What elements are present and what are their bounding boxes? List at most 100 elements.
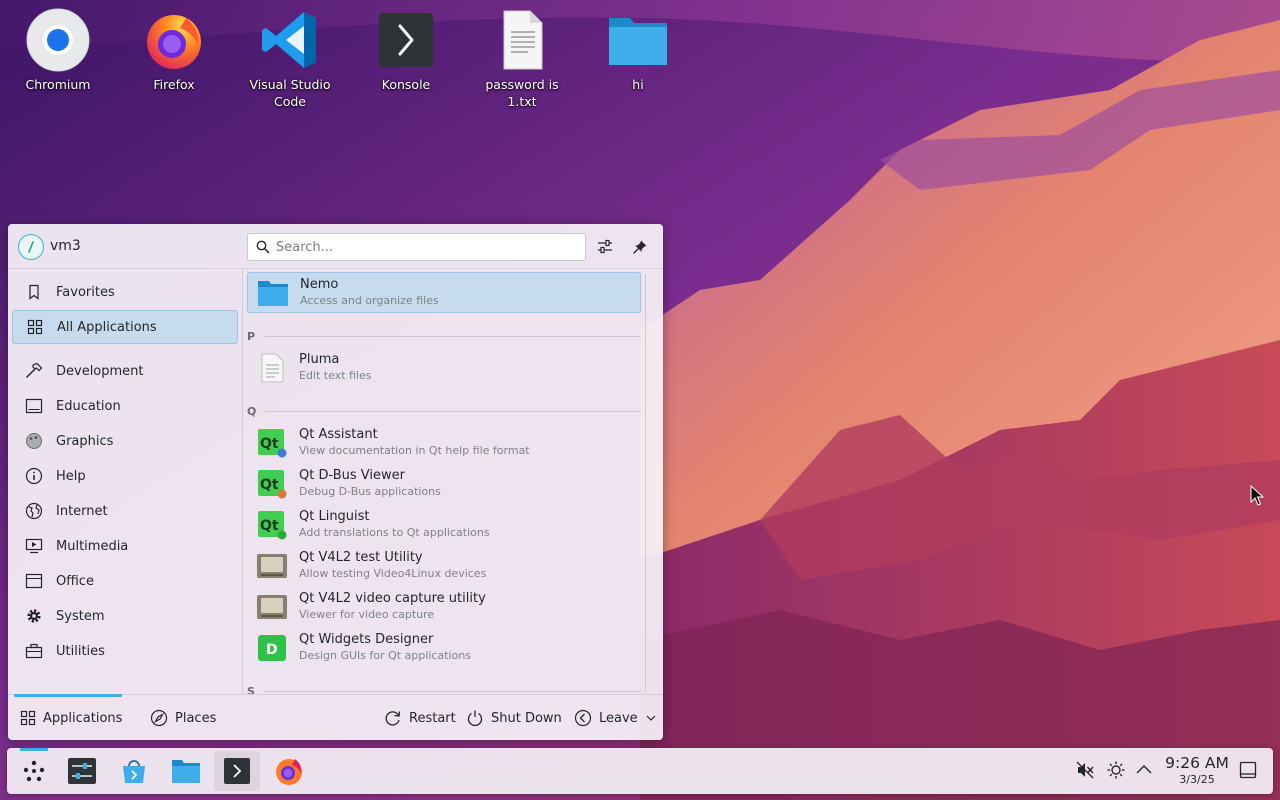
leave-icon: [574, 709, 592, 727]
sidebar-item-office[interactable]: Office: [12, 564, 238, 598]
user-avatar[interactable]: [18, 234, 44, 260]
qt-designer-icon: D: [251, 632, 293, 664]
chevron-down-icon: [646, 715, 656, 721]
desktop-icon-label: Chromium: [25, 77, 91, 92]
section-letter: P: [247, 329, 256, 343]
tab-applications[interactable]: Applications: [20, 705, 122, 731]
help-icon: [12, 467, 56, 485]
app-item-qt-dbus-viewer[interactable]: Qt Qt D-Bus Viewer Debug D-Bus applicati…: [247, 463, 641, 504]
v4l2-icon: [251, 550, 293, 582]
desktop-icon-label: password is 1.txt: [485, 77, 559, 109]
office-icon: [12, 573, 56, 589]
sidebar-item-all-applications[interactable]: All Applications: [12, 310, 238, 344]
globe-icon: [12, 502, 56, 520]
show-desktop-button[interactable]: [1236, 758, 1260, 782]
brightness-button[interactable]: [1104, 758, 1128, 782]
leave-button[interactable]: Leave: [574, 705, 657, 731]
desktop-icon-firefox[interactable]: Firefox: [126, 8, 222, 118]
shutdown-label: Shut Down: [491, 710, 562, 726]
sidebar-item-label: Help: [56, 468, 86, 484]
taskbar-firefox[interactable]: [266, 751, 312, 791]
desktop-icon-konsole[interactable]: Konsole: [358, 8, 454, 118]
app-description: Debug D-Bus applications: [299, 485, 441, 498]
hammer-icon: [12, 362, 56, 380]
app-list-scrollbar[interactable]: [645, 274, 646, 692]
vscode-icon: [258, 8, 322, 72]
taskbar: 9:26 AM 3/3/25: [7, 748, 1273, 794]
app-item-nemo[interactable]: Nemo Access and organize files: [247, 272, 641, 313]
app-description: Edit text files: [299, 369, 372, 382]
desktop-icon-vscode[interactable]: Visual Studio Code: [242, 8, 338, 118]
firefox-icon: [276, 759, 302, 785]
svg-text:Qt: Qt: [260, 477, 279, 493]
search-icon: [256, 240, 270, 258]
clock-date[interactable]: 3/3/25: [1157, 773, 1237, 786]
section-divider: [265, 335, 641, 337]
shutdown-button[interactable]: Shut Down: [466, 705, 562, 731]
taskbar-konsole[interactable]: [214, 751, 260, 791]
sidebar-item-development[interactable]: Development: [12, 354, 238, 388]
svg-text:Qt: Qt: [260, 436, 279, 452]
compass-icon: [150, 709, 168, 727]
multimedia-icon: [12, 537, 56, 555]
sidebar-item-favorites[interactable]: Favorites: [12, 275, 238, 309]
sidebar-item-graphics[interactable]: Graphics: [12, 424, 238, 458]
toolbox-icon: [12, 643, 56, 659]
search-box[interactable]: [247, 233, 586, 261]
search-input[interactable]: [276, 237, 576, 257]
taskbar-discover[interactable]: [111, 751, 157, 791]
sidebar-item-label: Multimedia: [56, 538, 129, 554]
tab-places[interactable]: Places: [150, 705, 216, 731]
konsole-icon: [224, 758, 250, 784]
clock-time[interactable]: 9:26 AM: [1157, 754, 1237, 772]
desktop-icon-folder-hi[interactable]: hi: [590, 8, 686, 118]
sidebar-item-multimedia[interactable]: Multimedia: [12, 529, 238, 563]
svg-text:Qt: Qt: [260, 518, 279, 534]
application-launcher: vm3 Search... Favorites All Applications…: [8, 224, 663, 740]
application-launcher-button[interactable]: [11, 751, 57, 791]
taskbar-system-settings[interactable]: [59, 751, 105, 791]
sidebar-item-system[interactable]: System: [12, 599, 238, 633]
sidebar-item-help[interactable]: Help: [12, 459, 238, 493]
qt-assistant-icon: Qt: [251, 427, 293, 459]
active-tab-indicator: [14, 694, 122, 697]
sidebar-item-internet[interactable]: Internet: [12, 494, 238, 528]
app-description: Allow testing Video4Linux devices: [299, 567, 487, 580]
grid-icon: [20, 710, 36, 726]
folder-icon: [172, 760, 200, 783]
restart-button[interactable]: Restart: [384, 705, 456, 731]
sidebar-item-label: Office: [56, 573, 94, 589]
section-header-q: Q: [247, 404, 641, 418]
sidebar-item-label: Education: [56, 398, 121, 414]
app-item-qt-linguist[interactable]: Qt Qt Linguist Add translations to Qt ap…: [247, 504, 641, 545]
user-name: vm3: [50, 238, 81, 254]
app-name: Qt Linguist: [299, 509, 370, 524]
desktop-icon-password-file[interactable]: password is 1.txt: [474, 8, 570, 118]
app-name: Nemo: [300, 277, 339, 292]
konsole-icon: [374, 8, 438, 72]
configure-button[interactable]: [592, 234, 618, 260]
show-hidden-icons-button[interactable]: [1132, 758, 1156, 782]
app-item-qt-v4l2-video-capture[interactable]: Qt V4L2 video capture utility Viewer for…: [247, 586, 641, 627]
sidebar-item-utilities[interactable]: Utilities: [12, 634, 238, 668]
volume-muted-button[interactable]: [1073, 758, 1097, 782]
show-desktop-icon: [1239, 761, 1257, 779]
firefox-icon: [142, 8, 206, 72]
app-item-pluma[interactable]: Pluma Edit text files: [247, 347, 641, 388]
app-name: Qt V4L2 video capture utility: [299, 591, 486, 606]
pin-button[interactable]: [627, 234, 653, 260]
restart-icon: [385, 711, 401, 726]
software-store-icon: [123, 760, 145, 783]
desktop-icon-label: Visual Studio Code: [249, 77, 331, 109]
system-settings-icon: [68, 758, 96, 784]
desktop-icon-chromium[interactable]: Chromium: [10, 8, 106, 118]
sidebar-item-education[interactable]: Education: [12, 389, 238, 423]
app-item-qt-widgets-designer[interactable]: D Qt Widgets Designer Design GUIs for Qt…: [247, 627, 641, 668]
brightness-icon: [1107, 761, 1125, 779]
app-name: Qt Widgets Designer: [299, 632, 434, 647]
app-item-qt-assistant[interactable]: Qt Qt Assistant View documentation in Qt…: [247, 422, 641, 463]
taskbar-file-manager[interactable]: [163, 751, 209, 791]
app-name: Pluma: [299, 352, 340, 367]
application-list: Nemo Access and organize files P Pluma E…: [244, 269, 663, 694]
app-item-qt-v4l2-test-utility[interactable]: Qt V4L2 test Utility Allow testing Video…: [247, 545, 641, 586]
